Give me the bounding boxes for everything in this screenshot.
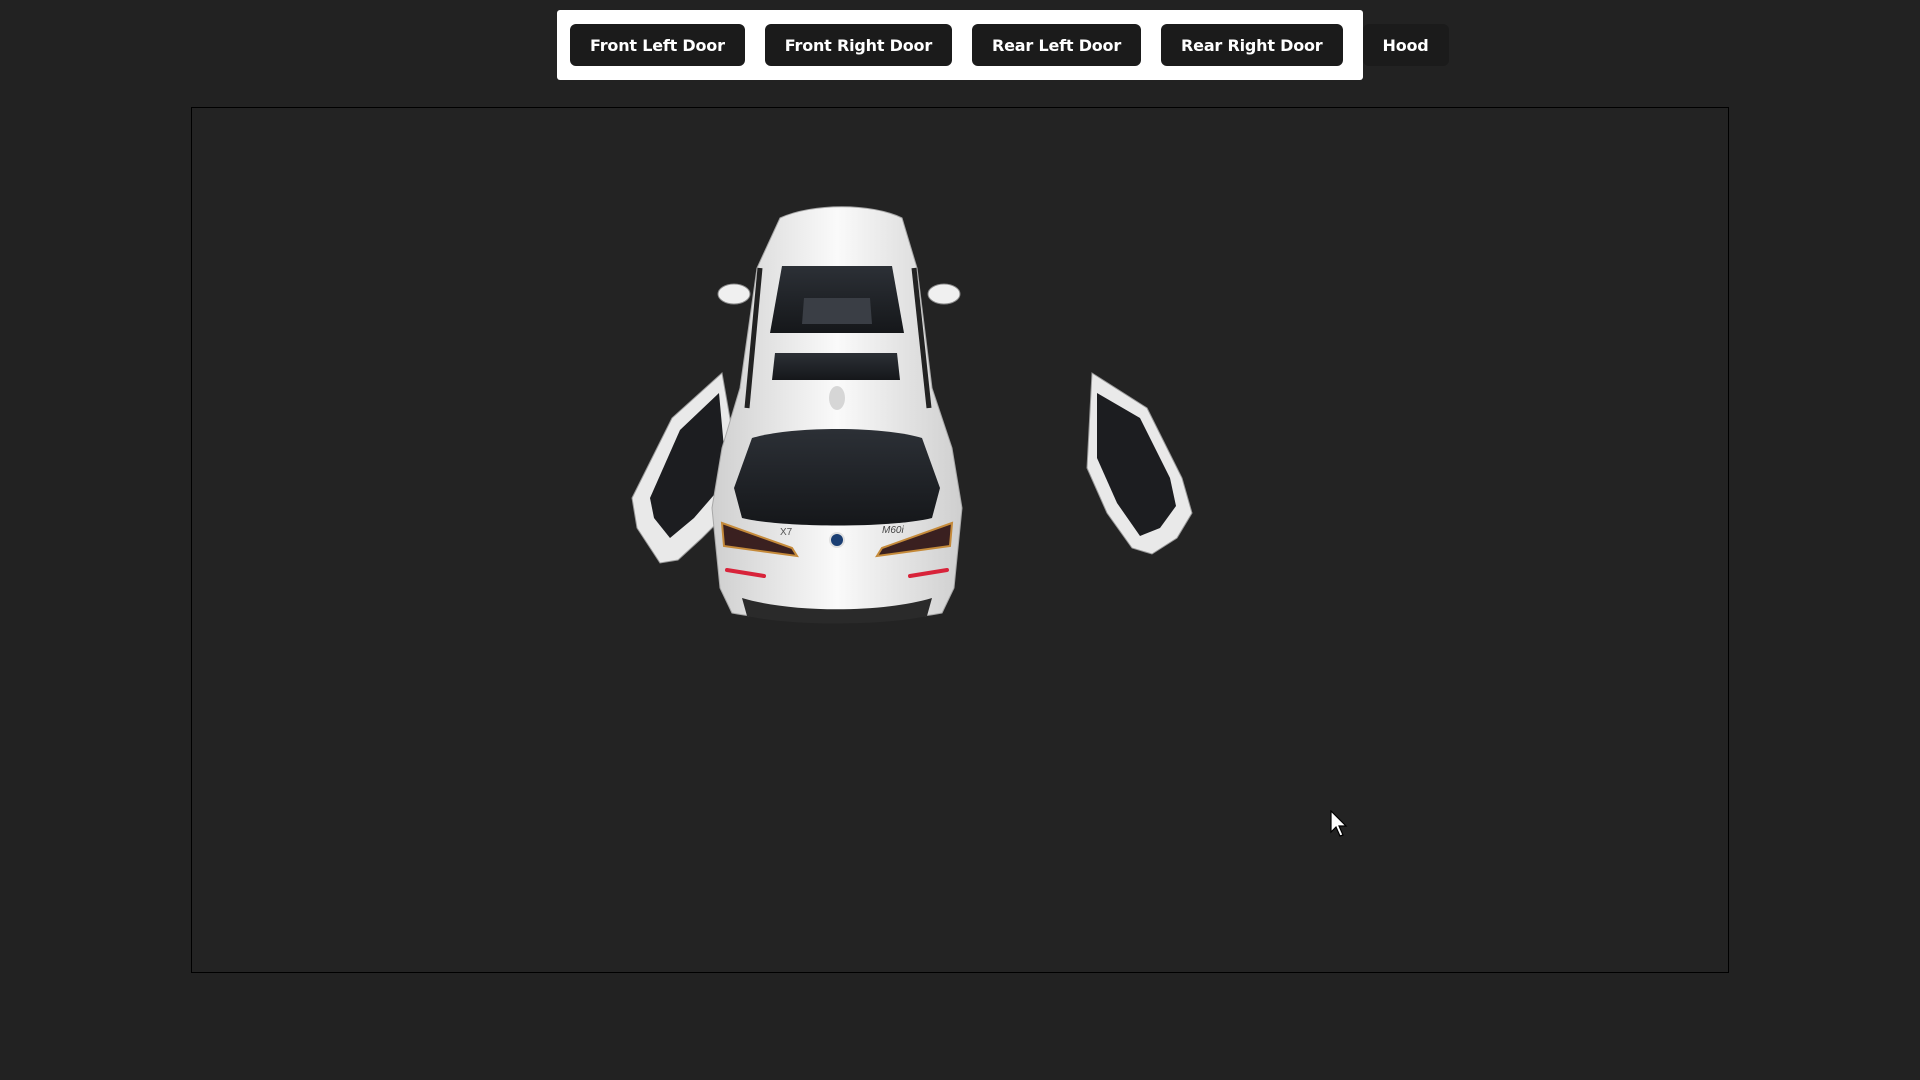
car-model-render: X7 M60i xyxy=(631,206,1193,624)
rear-left-door-button[interactable]: Rear Left Door xyxy=(972,24,1142,66)
hood-button[interactable]: Hood xyxy=(1362,24,1449,66)
rear-right-door-button[interactable]: Rear Right Door xyxy=(1161,24,1343,66)
3d-car-viewer-canvas[interactable]: X7 M60i xyxy=(191,107,1729,973)
car-body xyxy=(711,206,963,624)
door-control-toolbar: Front Left Door Front Right Door Rear Le… xyxy=(557,10,1449,80)
arrow-pointer-icon xyxy=(1330,810,1348,837)
front-right-door-open xyxy=(1086,372,1193,555)
front-left-door-button[interactable]: Front Left Door xyxy=(570,24,745,66)
bmw-logo-icon xyxy=(829,532,845,548)
front-right-door-button[interactable]: Front Right Door xyxy=(764,24,953,66)
model-badge-left: X7 xyxy=(780,527,793,538)
model-badge-right: M60i xyxy=(882,525,904,536)
